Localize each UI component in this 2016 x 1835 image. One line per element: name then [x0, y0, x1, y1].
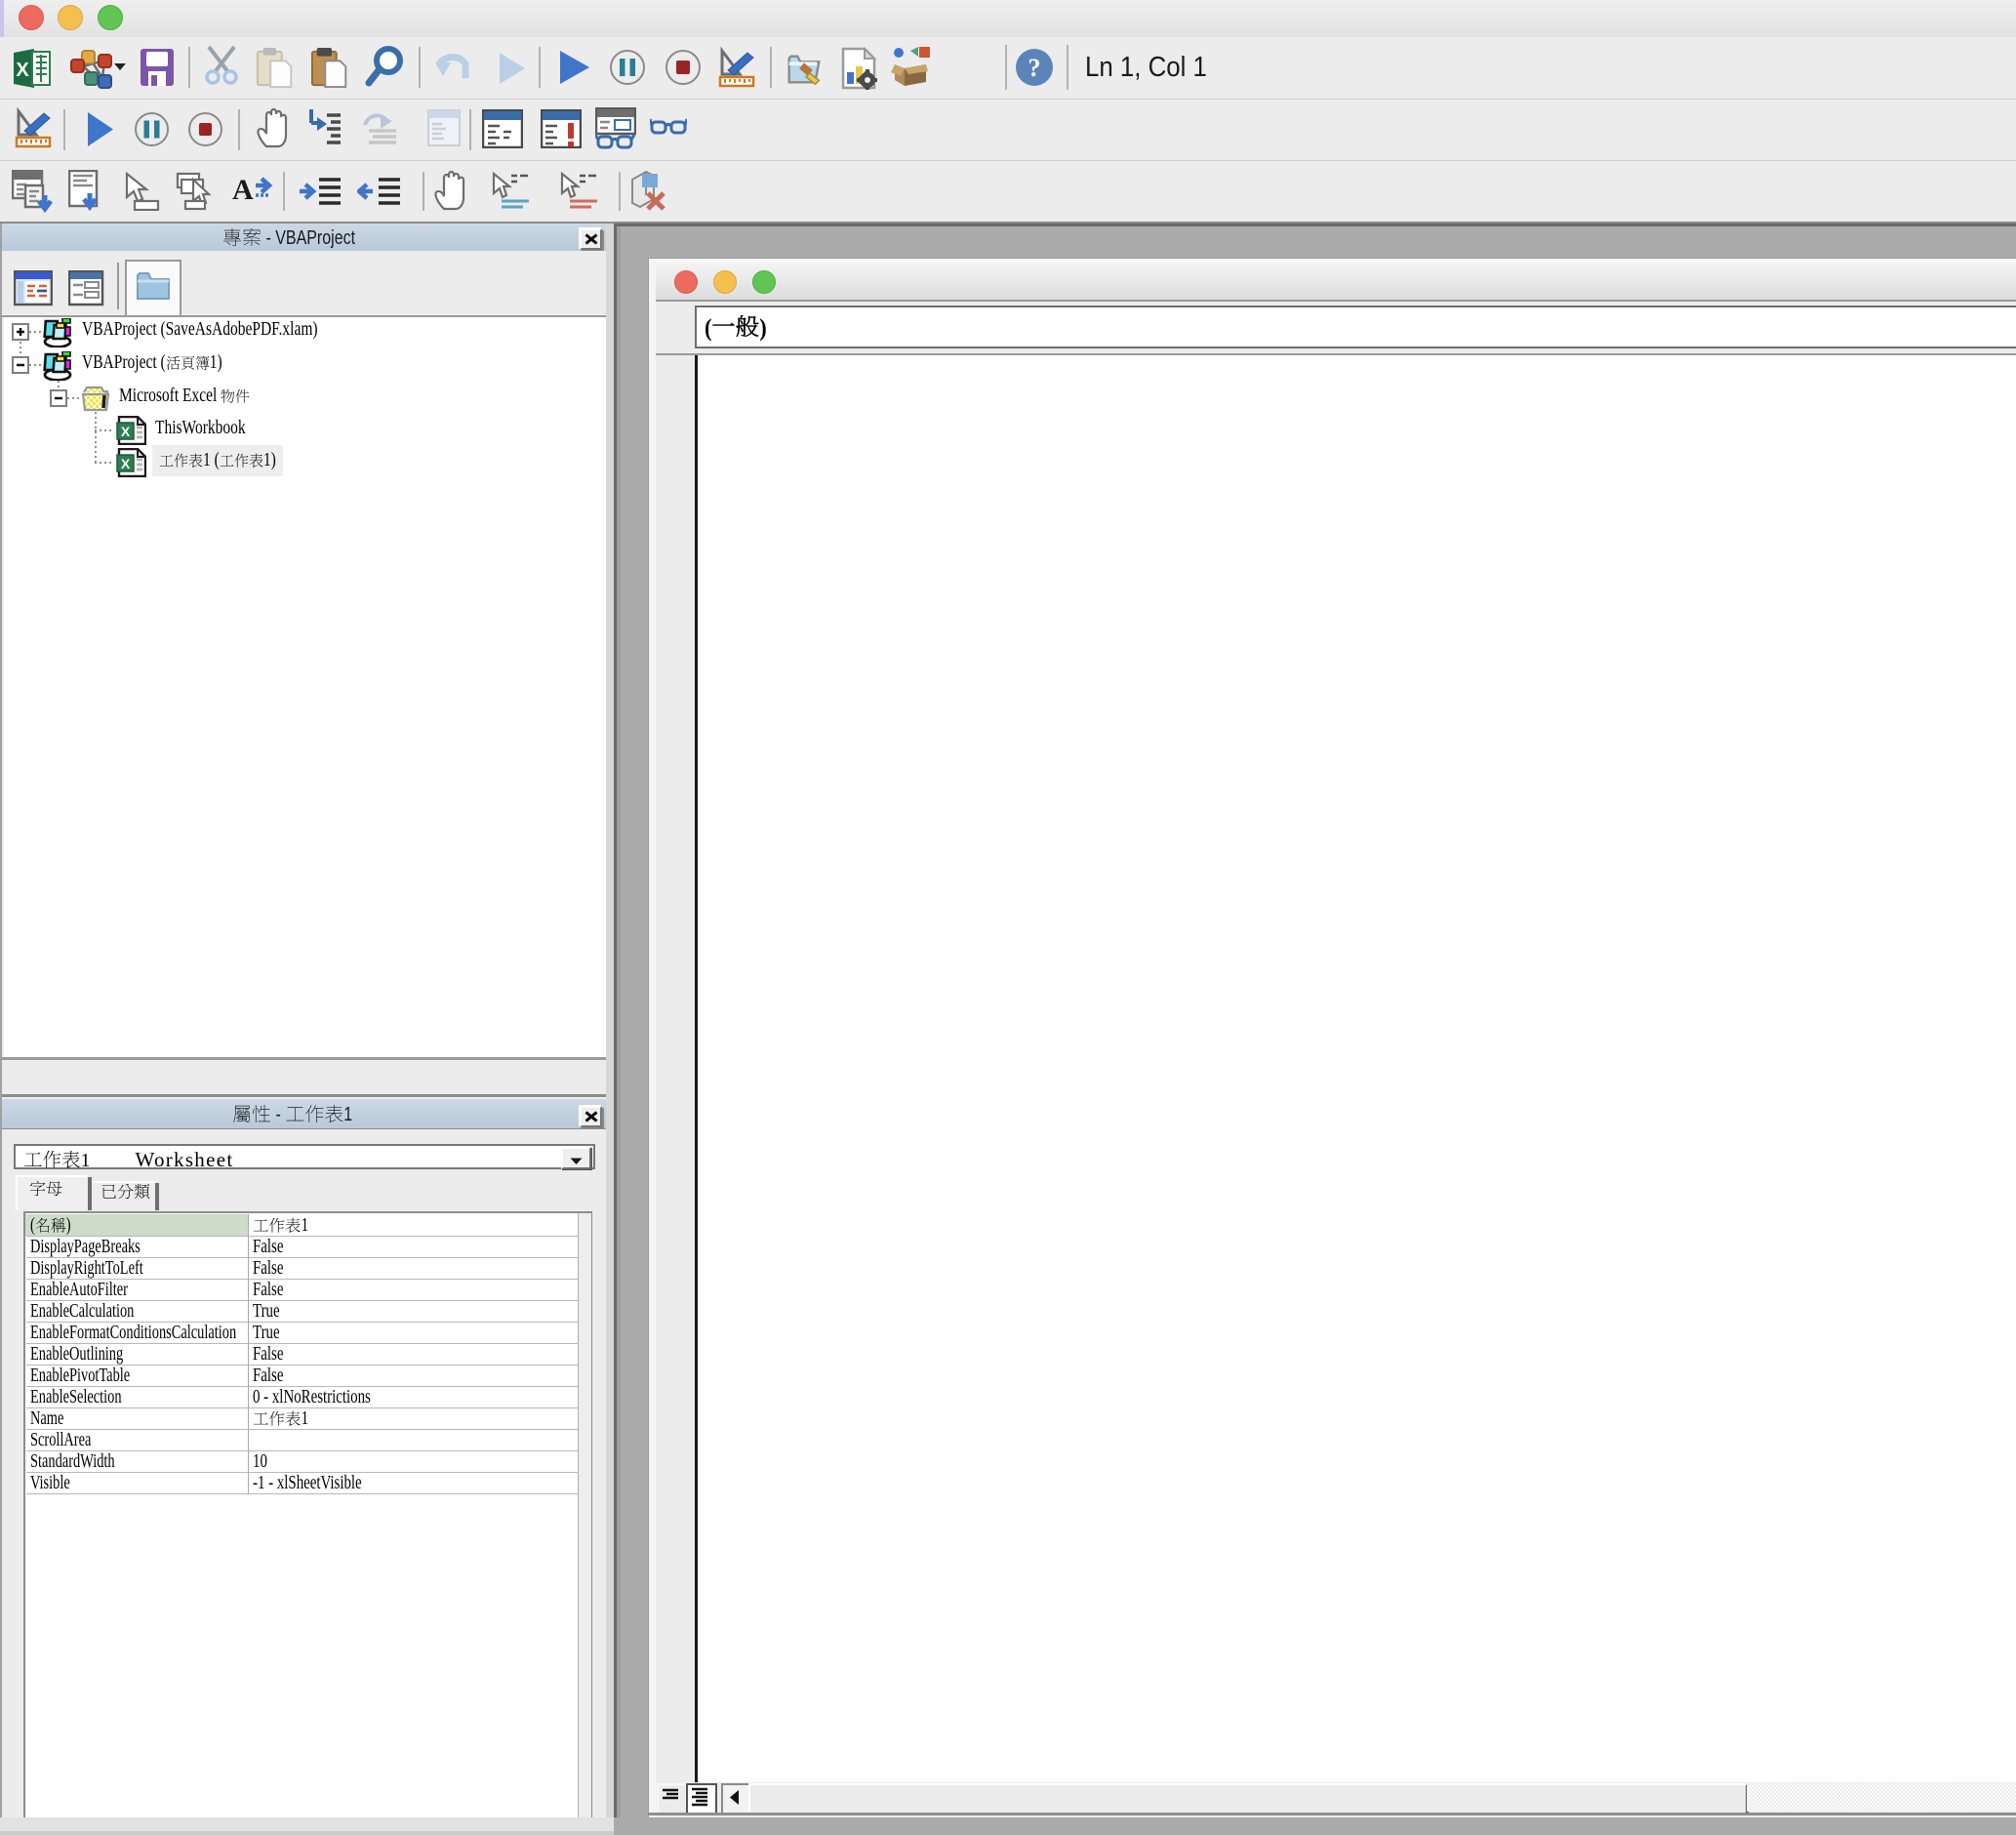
- svg-text:A: A: [232, 174, 254, 206]
- svg-text:X: X: [121, 424, 131, 439]
- svg-text:X: X: [121, 456, 131, 471]
- svg-text:X: X: [16, 60, 29, 81]
- svg-text:?: ?: [1028, 54, 1041, 82]
